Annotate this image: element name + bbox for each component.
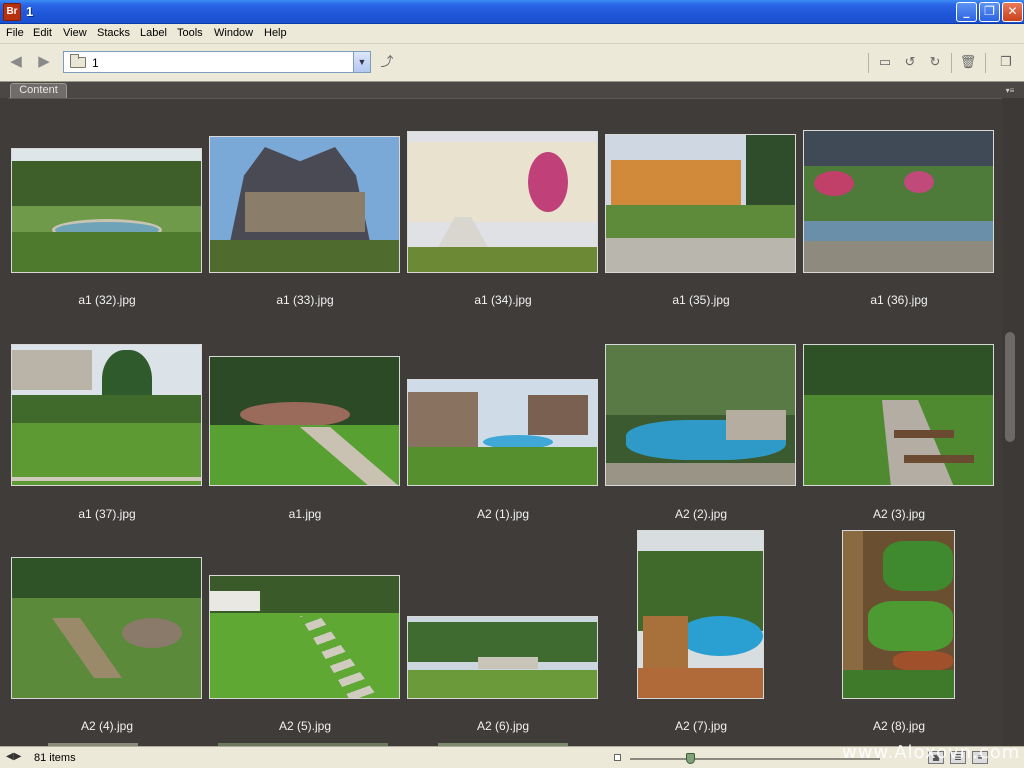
thumbnail[interactable]: [407, 131, 598, 273]
toolbar: ◀ ▶ 1 ▼ ⤴ ▭ ↺ ↻ 🗑 ❐: [0, 44, 1024, 82]
toolbar-divider: [985, 53, 986, 73]
back-arrow-icon[interactable]: ◀: [7, 54, 25, 70]
thumbnail-label: A2 (6).jpg: [476, 719, 530, 733]
go-up-folder-icon[interactable]: ⤴: [378, 54, 396, 70]
watermark: www.Aloxovn.com: [842, 742, 1021, 763]
menu-label[interactable]: Label: [140, 27, 167, 39]
thumbnail[interactable]: [209, 356, 400, 486]
new-folder-icon[interactable]: ▭: [876, 54, 894, 70]
thumbnail-label: a1 (32).jpg: [78, 293, 136, 307]
thumbnail[interactable]: [407, 379, 598, 486]
path-dropdown[interactable]: 1 ▼: [63, 51, 371, 73]
thumbnail-label: a1.jpg: [288, 507, 322, 521]
menu-stacks[interactable]: Stacks: [97, 27, 130, 39]
thumbnail-label: A2 (1).jpg: [476, 507, 530, 521]
thumbnail-label: a1 (36).jpg: [870, 293, 928, 307]
rotate-right-icon[interactable]: ↻: [926, 54, 944, 70]
thumbnail-label: a1 (34).jpg: [474, 293, 532, 307]
thumbnail-label: A2 (2).jpg: [674, 507, 728, 521]
title-bar[interactable]: Br 1 _ ❐ ✕: [0, 0, 1024, 24]
window-title: 1: [26, 4, 34, 19]
chevron-down-icon[interactable]: ▼: [353, 52, 370, 72]
minimize-button[interactable]: _: [956, 2, 977, 22]
folder-icon: [70, 54, 86, 68]
thumbnail[interactable]: [637, 530, 764, 699]
thumbnail[interactable]: [803, 130, 994, 273]
thumbnail[interactable]: [407, 616, 598, 699]
menu-file[interactable]: File: [6, 27, 24, 39]
restore-button[interactable]: ❐: [979, 2, 1000, 22]
menu-view[interactable]: View: [63, 27, 87, 39]
thumbnail[interactable]: [209, 136, 400, 273]
thumbnail[interactable]: [605, 344, 796, 486]
switch-workspace-icon[interactable]: ❐: [997, 54, 1015, 70]
content-grid[interactable]: a1 (32).jpg a1 (33).jpg a1 (34).jpg a1 (…: [8, 98, 1002, 746]
menu-help[interactable]: Help: [264, 27, 287, 39]
thumbnail-label: A2 (7).jpg: [674, 719, 728, 733]
thumbnail-label: A2 (3).jpg: [872, 507, 926, 521]
path-text: 1: [92, 56, 99, 70]
scrollbar-thumb[interactable]: [1005, 332, 1015, 442]
thumbnail-label: A2 (5).jpg: [278, 719, 332, 733]
thumbnail-label: A2 (8).jpg: [872, 719, 926, 733]
thumbnail[interactable]: [605, 134, 796, 273]
menu-edit[interactable]: Edit: [33, 27, 52, 39]
thumbnail-size-min-icon[interactable]: [614, 754, 621, 761]
tab-content[interactable]: Content: [10, 83, 67, 98]
rotate-left-icon[interactable]: ↺: [901, 54, 919, 70]
thumbnail[interactable]: [11, 148, 202, 273]
thumbnail[interactable]: [842, 530, 955, 699]
panel-toggle-icon[interactable]: ◀▶: [6, 751, 21, 762]
panel-tab-strip: [0, 82, 1024, 98]
slider-knob[interactable]: [686, 753, 695, 764]
menu-bar: File Edit View Stacks Label Tools Window…: [0, 24, 1024, 44]
thumbnail-label: a1 (37).jpg: [78, 507, 136, 521]
thumbnail[interactable]: [11, 344, 202, 486]
thumbnail-label: a1 (33).jpg: [276, 293, 334, 307]
toolbar-divider: [951, 53, 952, 73]
toolbar-divider: [868, 53, 869, 73]
item-count: 81 items: [34, 752, 76, 764]
thumbnail[interactable]: [803, 344, 994, 486]
thumbnail[interactable]: [11, 557, 202, 699]
thumbnail-label: a1 (35).jpg: [672, 293, 730, 307]
trash-icon[interactable]: 🗑: [959, 54, 977, 70]
forward-arrow-icon[interactable]: ▶: [35, 54, 53, 70]
menu-window[interactable]: Window: [214, 27, 253, 39]
thumbnail[interactable]: [209, 575, 400, 699]
panel-menu-icon[interactable]: ▾≡: [1003, 86, 1017, 96]
bridge-app-icon[interactable]: Br: [3, 3, 21, 21]
close-button[interactable]: ✕: [1002, 2, 1023, 22]
menu-tools[interactable]: Tools: [177, 27, 203, 39]
thumbnail-label: A2 (4).jpg: [80, 719, 134, 733]
